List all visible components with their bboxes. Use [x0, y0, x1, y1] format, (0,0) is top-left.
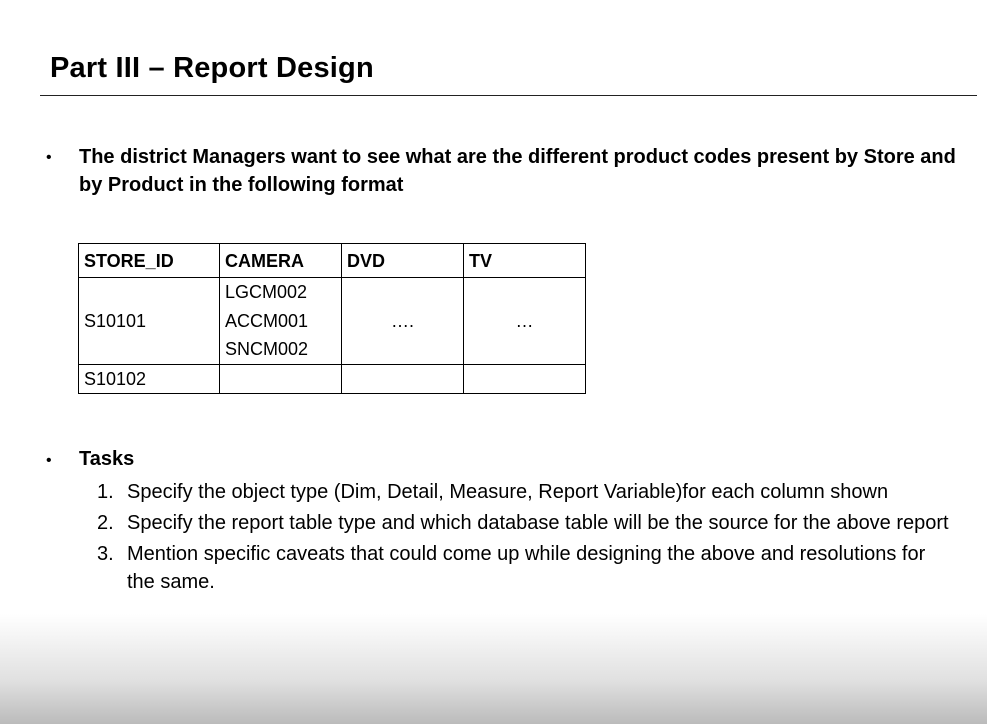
list-item: 1. Specify the object type (Dim, Detail,… [97, 478, 957, 506]
slide-title: Part III – Report Design [50, 52, 374, 84]
cell-dvd: …. [341, 277, 464, 365]
title-divider [40, 95, 977, 96]
cell-tv: … [463, 277, 586, 365]
cell-camera: LGCM002 ACCM001 SNCM002 [219, 277, 342, 365]
header-camera: CAMERA [219, 243, 342, 278]
header-store-id: STORE_ID [78, 243, 220, 278]
task-number: 3. [97, 543, 114, 565]
intro-text: The district Managers want to see what a… [79, 146, 956, 196]
cell-camera [219, 363, 342, 394]
table-row: S10102 [78, 363, 586, 394]
task-number: 1. [97, 481, 114, 503]
cell-store-id: S10101 [78, 277, 220, 365]
table-header-row: STORE_ID CAMERA DVD TV [78, 243, 586, 278]
camera-code: SNCM002 [225, 339, 309, 359]
task-number: 2. [97, 512, 114, 534]
task-list: 1. Specify the object type (Dim, Detail,… [97, 478, 957, 599]
bullet-icon: • [46, 149, 52, 166]
tasks-heading: Tasks [79, 448, 135, 470]
cell-tv [463, 363, 586, 394]
list-item: 3. Mention specific caveats that could c… [97, 540, 957, 596]
task-text: Mention specific caveats that could come… [127, 543, 926, 593]
header-tv: TV [463, 243, 586, 278]
list-item: 2. Specify the report table type and whi… [97, 509, 957, 537]
header-dvd: DVD [341, 243, 464, 278]
task-text: Specify the report table type and which … [127, 512, 949, 534]
camera-code: ACCM001 [225, 310, 309, 331]
table-row: S10101 LGCM002 ACCM001 SNCM002 …. … [78, 277, 586, 365]
report-format-table: STORE_ID CAMERA DVD TV S10101 LGCM002 AC… [78, 243, 586, 394]
cell-store-id: S10102 [78, 363, 220, 394]
cell-dvd [341, 363, 464, 394]
task-text: Specify the object type (Dim, Detail, Me… [127, 481, 889, 503]
camera-code: LGCM002 [225, 282, 308, 302]
bottom-shadow-overlay [0, 614, 987, 724]
bullet-icon: • [46, 452, 52, 469]
